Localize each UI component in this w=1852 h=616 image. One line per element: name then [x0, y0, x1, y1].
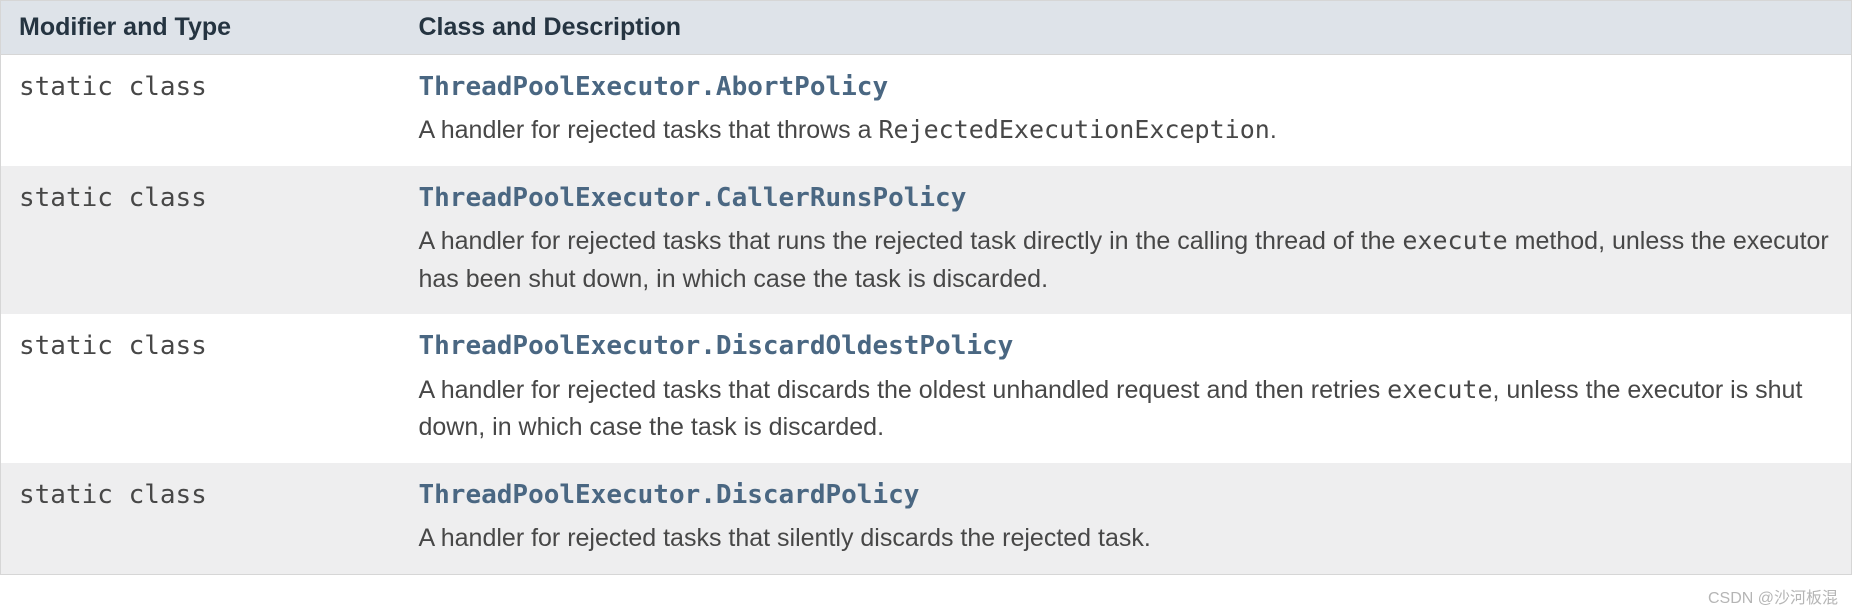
code-inline: execute: [1387, 375, 1492, 404]
class-description: A handler for rejected tasks that runs t…: [419, 222, 1834, 298]
class-description: A handler for rejected tasks that silent…: [419, 519, 1834, 558]
class-link-discardpolicy[interactable]: ThreadPoolExecutor.DiscardPolicy: [419, 477, 920, 513]
code-inline: execute: [1402, 226, 1507, 255]
modifier-cell: static class: [1, 314, 401, 462]
modifier-cell: static class: [1, 166, 401, 314]
header-modifier-type: Modifier and Type: [1, 1, 401, 55]
code-inline: RejectedExecutionException: [878, 115, 1269, 144]
class-desc-cell: ThreadPoolExecutor.AbortPolicy A handler…: [401, 55, 1852, 166]
table-row: static class ThreadPoolExecutor.DiscardP…: [1, 463, 1852, 574]
table-header-row: Modifier and Type Class and Description: [1, 1, 1852, 55]
class-link-abortpolicy[interactable]: ThreadPoolExecutor.AbortPolicy: [419, 69, 889, 105]
class-desc-cell: ThreadPoolExecutor.DiscardPolicy A handl…: [401, 463, 1852, 574]
table-row: static class ThreadPoolExecutor.AbortPol…: [1, 55, 1852, 166]
class-link-discardoldestpolicy[interactable]: ThreadPoolExecutor.DiscardOldestPolicy: [419, 328, 1014, 364]
class-description: A handler for rejected tasks that throws…: [419, 111, 1834, 150]
class-desc-cell: ThreadPoolExecutor.DiscardOldestPolicy A…: [401, 314, 1852, 462]
table-row: static class ThreadPoolExecutor.CallerRu…: [1, 166, 1852, 314]
header-class-description: Class and Description: [401, 1, 1852, 55]
class-link-callerrunspolicy[interactable]: ThreadPoolExecutor.CallerRunsPolicy: [419, 180, 967, 216]
modifier-cell: static class: [1, 463, 401, 574]
modifier-cell: static class: [1, 55, 401, 166]
class-summary-table: Modifier and Type Class and Description …: [0, 0, 1852, 575]
watermark-text: CSDN @沙河板混: [1708, 584, 1838, 608]
class-desc-cell: ThreadPoolExecutor.CallerRunsPolicy A ha…: [401, 166, 1852, 314]
table-row: static class ThreadPoolExecutor.DiscardO…: [1, 314, 1852, 462]
class-description: A handler for rejected tasks that discar…: [419, 371, 1834, 447]
